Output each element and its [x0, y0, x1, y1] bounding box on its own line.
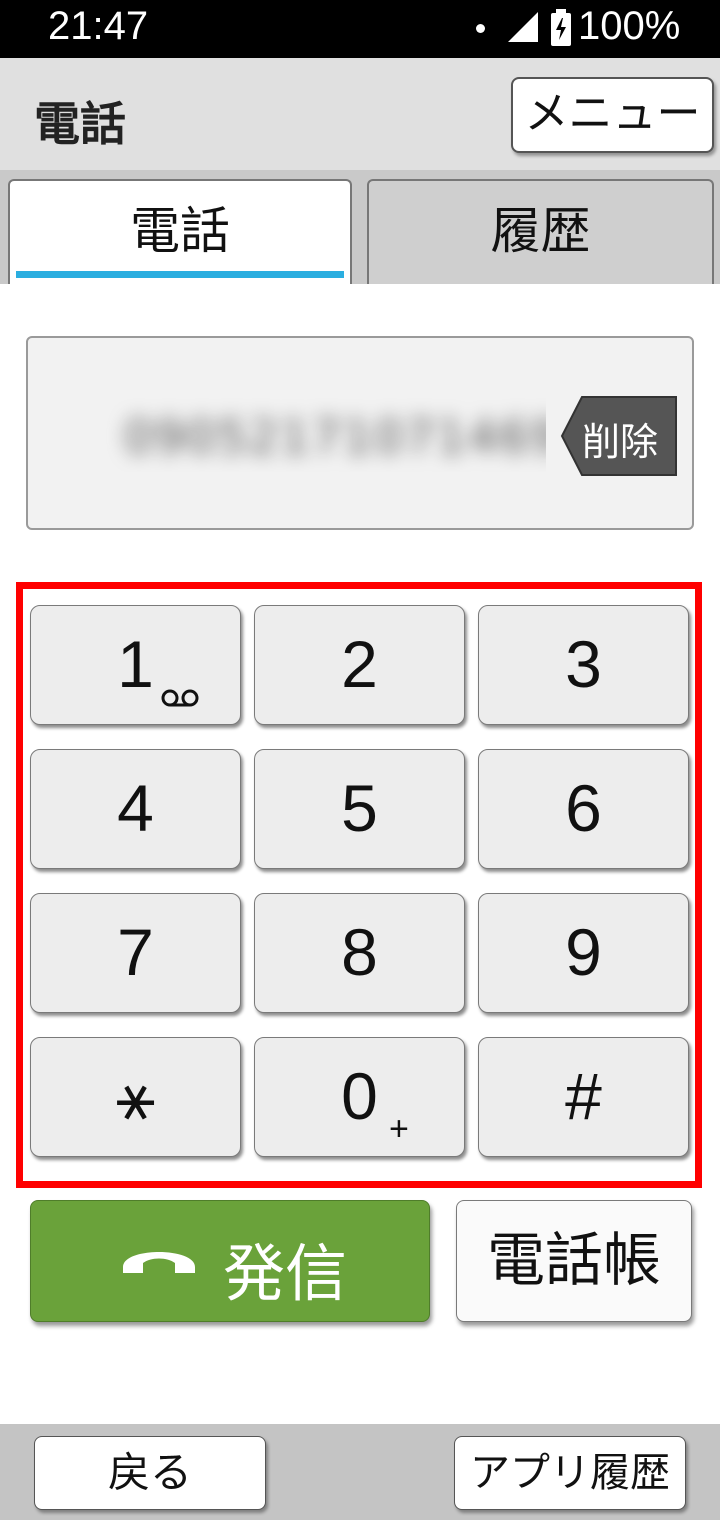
- page-title: 電話: [34, 97, 126, 151]
- key-3[interactable]: 3: [478, 605, 689, 725]
- tab-phone-label: 電話: [130, 202, 230, 260]
- voicemail-icon: [161, 689, 199, 707]
- key-9[interactable]: 9: [478, 893, 689, 1013]
- tab-history-label: 履歴: [490, 202, 591, 260]
- delete-label: 削除: [582, 420, 659, 464]
- key-star-label: ⚹: [115, 1059, 156, 1133]
- tab-selected-indicator: [16, 271, 344, 278]
- call-button[interactable]: 発信: [30, 1200, 430, 1322]
- dialed-number: 09052171071469: [124, 410, 546, 464]
- key-4[interactable]: 4: [30, 749, 241, 869]
- battery-percent: 100%: [578, 4, 681, 48]
- key-5[interactable]: 5: [254, 749, 465, 869]
- app-header: 電話 メニュー: [0, 58, 720, 170]
- back-button[interactable]: 戻る: [34, 1436, 266, 1510]
- key-6[interactable]: 6: [478, 749, 689, 869]
- key-8[interactable]: 8: [254, 893, 465, 1013]
- key-7[interactable]: 7: [30, 893, 241, 1013]
- status-bar: 21:47 100%: [0, 0, 720, 58]
- menu-button[interactable]: メニュー: [511, 77, 714, 153]
- recent-apps-button[interactable]: アプリ履歴: [454, 1436, 686, 1510]
- key-7-label: 7: [117, 915, 154, 989]
- tab-strip: 電話 履歴: [0, 170, 720, 284]
- key-0[interactable]: 0 +: [254, 1037, 465, 1157]
- status-time: 21:47: [48, 4, 149, 48]
- key-9-label: 9: [565, 915, 602, 989]
- key-hash-label: #: [565, 1059, 602, 1133]
- notification-dot-icon: [476, 24, 485, 33]
- contacts-button[interactable]: 電話帳: [456, 1200, 692, 1322]
- battery-charging-icon: [551, 9, 571, 46]
- tab-history[interactable]: 履歴: [367, 179, 714, 284]
- phone-handset-icon: [123, 1252, 195, 1273]
- number-display: 09052171071469 削除: [26, 336, 694, 530]
- key-2[interactable]: 2: [254, 605, 465, 725]
- key-4-label: 4: [117, 771, 154, 845]
- key-3-label: 3: [565, 627, 602, 701]
- key-8-label: 8: [341, 915, 378, 989]
- key-0-label: 0: [341, 1059, 378, 1133]
- key-2-label: 2: [341, 627, 378, 701]
- key-6-label: 6: [565, 771, 602, 845]
- call-label: 発信: [223, 1237, 348, 1310]
- key-1[interactable]: 1: [30, 605, 241, 725]
- dialed-number-field: 09052171071469: [106, 398, 546, 472]
- bottom-nav-bar: 戻る アプリ履歴: [0, 1424, 720, 1520]
- delete-button[interactable]: 削除: [560, 395, 678, 477]
- tab-phone[interactable]: 電話: [8, 179, 352, 284]
- key-0-plus: +: [389, 1110, 409, 1148]
- key-hash[interactable]: #: [478, 1037, 689, 1157]
- signal-icon: [508, 12, 538, 42]
- key-5-label: 5: [341, 771, 378, 845]
- key-star[interactable]: ⚹: [30, 1037, 241, 1157]
- key-1-label: 1: [117, 627, 154, 701]
